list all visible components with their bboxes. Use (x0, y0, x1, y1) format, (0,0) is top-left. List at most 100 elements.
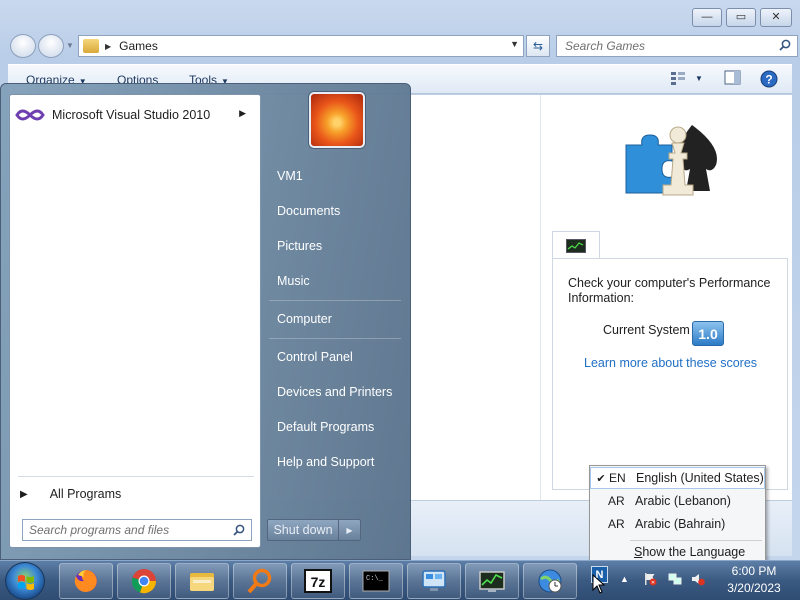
language-item-arabic-lebanon[interactable]: AR Arabic (Lebanon) (590, 490, 765, 512)
language-name: Arabic (Bahrain) (635, 517, 726, 531)
remote-desktop-icon (422, 570, 446, 591)
search-icon[interactable] (779, 39, 791, 51)
games-folder-icon (83, 39, 99, 53)
all-programs-label: All Programs (49, 487, 122, 501)
recent-pages-icon[interactable]: ▼ (66, 41, 74, 50)
back-button[interactable] (10, 34, 36, 58)
command-prompt-icon: C:\_ (362, 570, 390, 592)
language-item-english[interactable]: ✔ EN English (United States) (590, 467, 765, 489)
window-caption-buttons: — ▭ ✕ (692, 8, 792, 27)
maximize-icon: ▭ (735, 11, 747, 23)
forward-button[interactable] (38, 34, 64, 58)
visual-studio-label: Microsoft Visual Studio 2010 (52, 108, 211, 122)
all-programs-arrow-icon: ▶ (20, 488, 28, 500)
help-icon[interactable]: ? (760, 70, 778, 88)
shutdown-options-button[interactable]: ▶ (339, 519, 361, 541)
clock-date: 3/20/2023 (727, 581, 781, 595)
preview-pane-icon[interactable] (724, 70, 741, 86)
breadcrumb-games[interactable]: Games (119, 39, 158, 53)
performance-monitor-icon (479, 571, 505, 592)
taskbar-internet-clock[interactable] (523, 563, 577, 599)
svg-text:✕: ✕ (651, 580, 655, 586)
chrome-icon (131, 569, 157, 594)
search-games-input[interactable] (565, 39, 765, 53)
learn-more-scores-link[interactable]: Learn more about these scores (584, 356, 757, 370)
user-account-picture[interactable] (309, 92, 365, 148)
windows-logo-icon (18, 575, 34, 590)
chevron-right-icon: ▶ (346, 525, 353, 535)
breadcrumb-chevron-icon[interactable]: ▶ (105, 42, 111, 51)
address-dropdown-icon[interactable]: ▼ (510, 39, 519, 49)
system-clock[interactable]: 6:00 PM 3/20/2023 (714, 563, 794, 597)
close-button[interactable]: ✕ (760, 8, 792, 27)
start-right-divider (269, 300, 401, 301)
navigation-bar: ▼ ▶ Games ▼ ⇆ (8, 34, 798, 58)
taskbar-performance-monitor[interactable] (465, 563, 519, 599)
start-button[interactable] (5, 562, 45, 600)
maximize-button[interactable]: ▭ (726, 8, 756, 27)
internet-clock-icon (538, 569, 562, 593)
start-menu-programs-pane: Microsoft Visual Studio 2010 ▶ ▶ All Pro… (9, 94, 261, 548)
taskbar-search-tool[interactable] (233, 563, 287, 599)
start-menu: Microsoft Visual Studio 2010 ▶ ▶ All Pro… (0, 83, 411, 560)
performance-tab[interactable] (552, 231, 600, 259)
taskbar-firefox[interactable] (59, 563, 113, 599)
shutdown-button[interactable]: Shut down (267, 519, 339, 541)
language-code: AR (608, 517, 625, 531)
minimize-icon: — (701, 11, 713, 23)
language-code: AR (608, 494, 625, 508)
shutdown-control: Shut down ▶ (267, 519, 361, 541)
taskbar-chrome[interactable] (117, 563, 171, 599)
search-box[interactable] (556, 35, 798, 57)
taskbar-remote-desktop[interactable] (407, 563, 461, 599)
performance-monitor-icon (566, 238, 586, 253)
performance-title: Check your computer's Performance Inform… (568, 276, 771, 305)
taskbar-7zip[interactable]: 7z (291, 563, 345, 599)
language-name: English (United States) (636, 471, 764, 485)
language-code: EN (609, 471, 626, 485)
start-right-divider (269, 338, 401, 339)
language-menu-divider (630, 540, 762, 541)
file-explorer-icon (190, 573, 214, 591)
start-item-music[interactable]: Music (277, 274, 310, 288)
volume-muted-icon[interactable] (691, 572, 705, 586)
taskbar-command-prompt[interactable]: C:\_ (349, 563, 403, 599)
start-item-computer[interactable]: Computer (277, 312, 332, 326)
minimize-button[interactable]: — (692, 8, 722, 27)
start-item-default-programs[interactable]: Default Programs (277, 420, 374, 434)
pinned-program-visual-studio[interactable]: Microsoft Visual Studio 2010 ▶ (14, 103, 256, 127)
taskbar-file-explorer[interactable] (175, 563, 229, 599)
firefox-icon (74, 570, 97, 592)
all-programs-item[interactable]: ▶ All Programs (18, 483, 254, 505)
mouse-cursor-icon (592, 574, 606, 594)
submenu-arrow-icon[interactable]: ▶ (239, 108, 246, 119)
action-center-flag-icon[interactable]: ✕ (643, 572, 657, 586)
view-dropdown-icon[interactable]: ▼ (695, 74, 703, 83)
refresh-button[interactable]: ⇆ (526, 35, 550, 57)
start-search-input[interactable] (29, 523, 219, 537)
command-prompt-label: C:\_ (366, 575, 384, 583)
all-programs-divider (18, 476, 254, 477)
language-item-arabic-bahrain[interactable]: AR Arabic (Bahrain) (590, 513, 765, 535)
start-item-documents[interactable]: Documents (277, 204, 340, 218)
language-name: Arabic (Lebanon) (635, 494, 731, 508)
start-search-box[interactable] (22, 519, 252, 541)
checkmark-icon: ✔ (596, 472, 606, 485)
start-item-user[interactable]: VM1 (277, 169, 303, 183)
address-bar[interactable]: ▶ Games ▼ (78, 35, 524, 57)
show-hidden-icons-button[interactable]: ▲ (620, 574, 629, 584)
start-item-devices-printers[interactable]: Devices and Printers (277, 385, 392, 399)
search-icon[interactable] (233, 524, 245, 536)
current-system-label: Current System (603, 323, 690, 337)
refresh-icon: ⇆ (532, 39, 544, 53)
games-chess-puzzle-icon (625, 125, 717, 196)
clock-time: 6:00 PM (731, 564, 777, 578)
start-item-control-panel[interactable]: Control Panel (277, 350, 353, 364)
7zip-icon: 7z (304, 569, 332, 593)
language-menu: ✔ EN English (United States) AR Arabic (… (589, 465, 766, 573)
performance-score-badge[interactable]: 1.0 (692, 321, 724, 346)
start-item-pictures[interactable]: Pictures (277, 239, 322, 253)
start-item-help-support[interactable]: Help and Support (277, 455, 374, 469)
view-options-icon[interactable] (670, 70, 686, 86)
network-icon[interactable] (668, 572, 682, 586)
